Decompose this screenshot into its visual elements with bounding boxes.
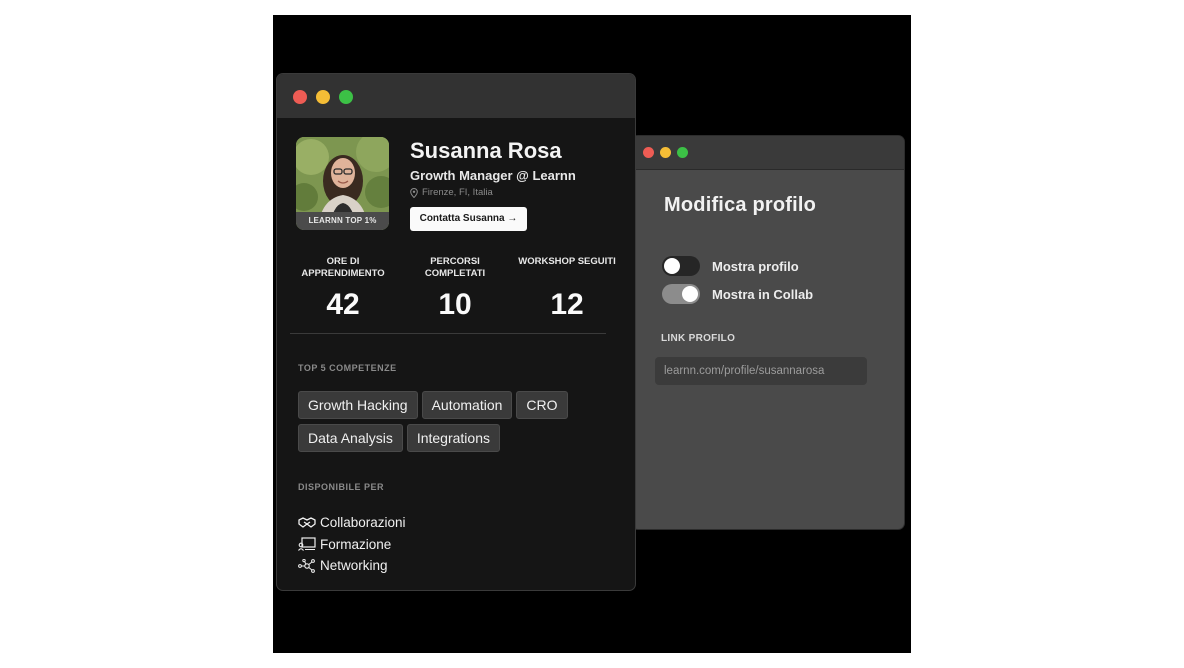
availability-item-training: Formazione (298, 534, 406, 556)
avatar: LEARNN TOP 1% (296, 137, 389, 230)
availability-label: Networking (320, 558, 388, 574)
location-pin-icon (410, 187, 418, 198)
skills-list: Growth Hacking Automation CRO Data Analy… (298, 391, 598, 452)
stat-value: 42 (326, 288, 360, 321)
profile-name: Susanna Rosa (410, 138, 562, 163)
skill-chip[interactable]: CRO (516, 391, 568, 419)
stat-learning-hours: ORE DI APPRENDIMENTO 42 (288, 256, 398, 322)
show-collab-label: Mostra in Collab (712, 286, 814, 302)
stat-label: WORKSHOP SEGUITI (518, 256, 616, 267)
minimize-button[interactable] (316, 90, 330, 104)
availability-item-networking: Networking (298, 555, 406, 577)
availability-label: Formazione (320, 536, 392, 552)
skill-chip[interactable]: Automation (421, 391, 513, 419)
stat-workshops: WORKSHOP SEGUITI 12 (512, 256, 622, 322)
availability-title: DISPONIBILE PER (298, 482, 385, 492)
maximize-button[interactable] (677, 147, 688, 158)
stat-paths-completed: PERCORSI COMPLETATI 10 (400, 256, 510, 322)
toggle-row-show-profile: Mostra profilo (662, 256, 799, 276)
handshake-icon (298, 517, 316, 528)
stat-label: PERCORSI COMPLETATI (424, 256, 486, 279)
location-text: Firenze, FI, Italia (422, 187, 493, 198)
top-badge: LEARNN TOP 1% (296, 212, 389, 230)
stat-value: 10 (438, 288, 472, 321)
presentation-icon (298, 537, 316, 552)
profile-link-label: LINK PROFILO (661, 333, 736, 344)
close-button[interactable] (293, 90, 307, 104)
stat-label: ORE DI APPRENDIMENTO (301, 256, 385, 279)
availability-item-collaborations: Collaborazioni (298, 512, 406, 534)
divider (290, 333, 606, 334)
close-button[interactable] (643, 147, 654, 158)
profile-role: Growth Manager @ Learnn (410, 168, 576, 183)
show-profile-toggle[interactable] (662, 256, 700, 276)
stat-value: 12 (550, 288, 584, 321)
skills-title: TOP 5 COMPETENZE (298, 363, 397, 373)
toggle-row-show-collab: Mostra in Collab (662, 284, 813, 304)
availability-list: Collaborazioni Formazione Networking (298, 512, 406, 577)
show-collab-toggle[interactable] (662, 284, 700, 304)
profile-window: LEARNN TOP 1% Susanna Rosa Growth Manage… (277, 74, 635, 590)
availability-label: Collaborazioni (320, 515, 406, 531)
skill-chip[interactable]: Integrations (406, 424, 500, 452)
skill-chip[interactable]: Data Analysis (298, 424, 403, 452)
profile-link-field[interactable]: learnn.com/profile/susannarosa (655, 357, 867, 385)
edit-window-titlebar (632, 136, 904, 170)
contact-button[interactable]: Contatta Susanna → (410, 207, 527, 231)
profile-window-titlebar (277, 74, 635, 118)
profile-location: Firenze, FI, Italia (410, 187, 493, 198)
maximize-button[interactable] (339, 90, 353, 104)
edit-profile-window: Modifica profilo Mostra profilo Mostra i… (632, 136, 904, 529)
show-profile-label: Mostra profilo (712, 258, 799, 274)
minimize-button[interactable] (660, 147, 671, 158)
edit-profile-title: Modifica profilo (664, 194, 817, 216)
network-icon (298, 558, 315, 573)
skill-chip[interactable]: Growth Hacking (298, 391, 418, 419)
